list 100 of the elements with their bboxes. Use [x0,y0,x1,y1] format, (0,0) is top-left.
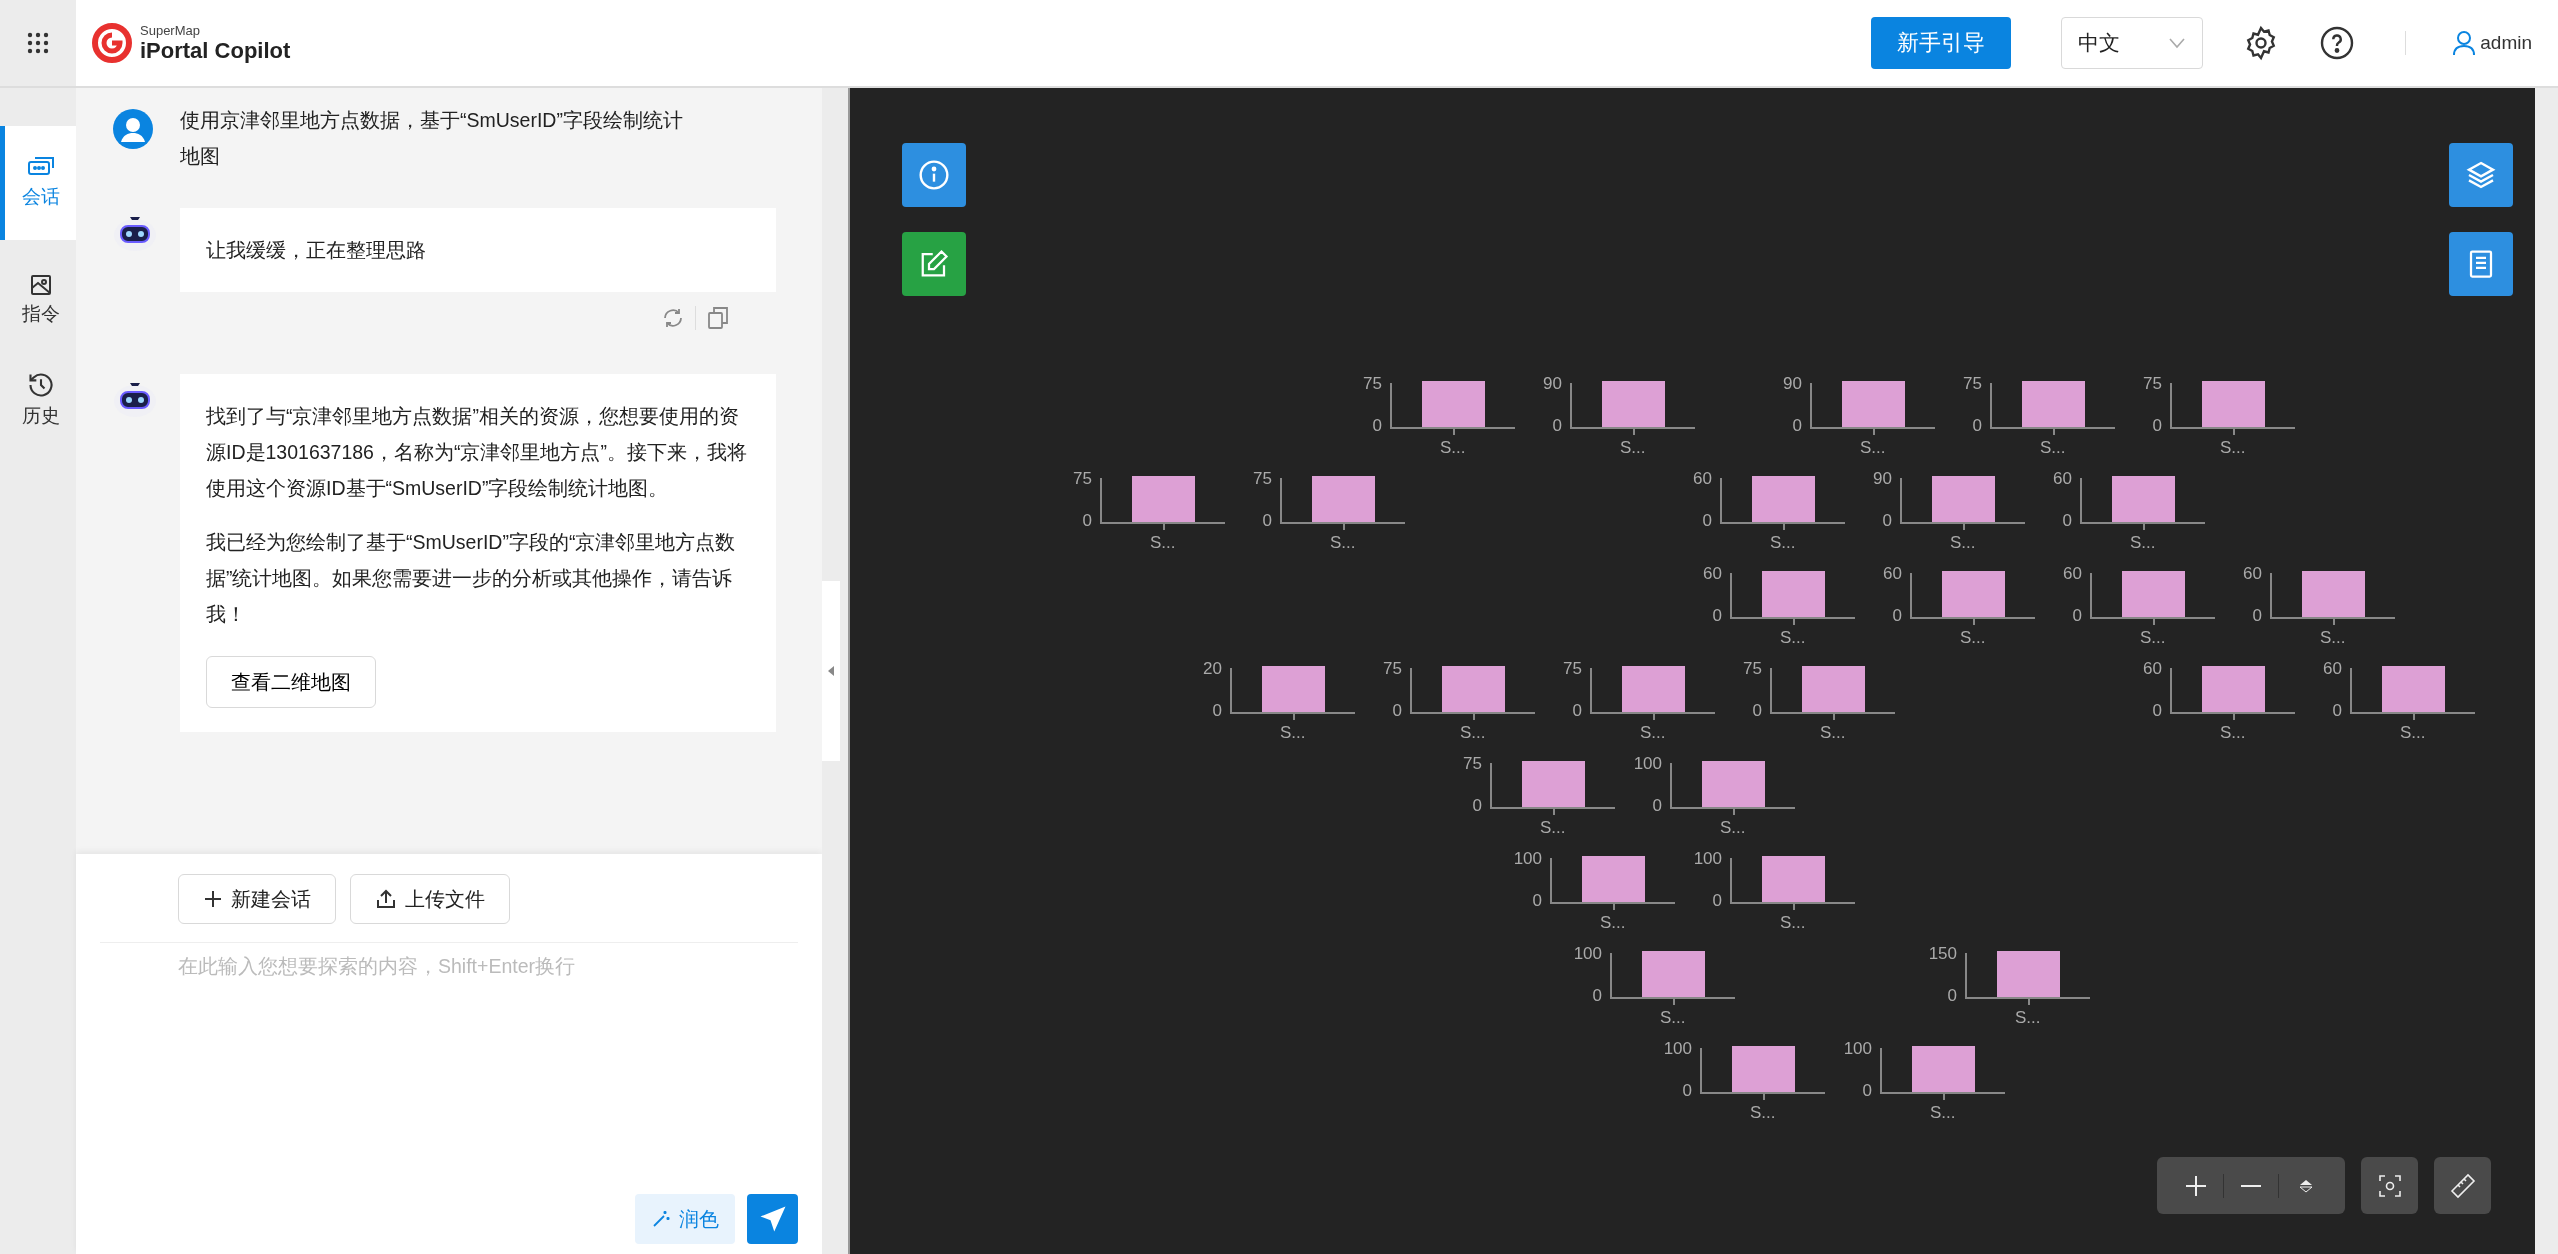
upload-file-button[interactable]: 上传文件 [350,874,510,924]
chart-bar [1262,666,1325,712]
chart-bar [1762,856,1825,902]
user-message: 使用京津邻里地方点数据，基于“SmUserID”字段绘制统计地图 [180,108,684,169]
axis-max-label: 75 [1563,660,1582,677]
info-button[interactable] [902,143,966,207]
map-view[interactable] [848,88,2535,1254]
send-button[interactable] [747,1194,798,1244]
axis-max-label: 60 [2323,660,2342,677]
axis-min-label: 0 [1572,702,1582,719]
axis-min-label: 0 [1892,607,1902,624]
category-label: S... [2220,724,2246,741]
axis-max-label: 100 [1663,1040,1692,1057]
category-label: S... [1860,439,1886,456]
chart-bar [1522,761,1585,807]
axis-min-label: 0 [1212,702,1222,719]
category-label: S... [1930,1104,1956,1121]
axis-max-label: 75 [1363,375,1382,392]
polish-button[interactable]: 润色 [635,1194,735,1244]
sidebar-tab[interactable]: 历史 [0,360,76,440]
category-label: S... [1660,1009,1686,1026]
chart-bar [2112,476,2175,522]
axis-max-label: 100 [1843,1040,1872,1057]
chart-bar [1422,381,1485,427]
copy-button[interactable] [706,306,730,330]
brand-name: SuperMap [140,24,201,37]
chart-bar [1582,856,1645,902]
regenerate-button[interactable] [661,306,685,330]
layers-icon [2465,159,2497,191]
category-label: S... [1600,914,1626,931]
axis-min-label: 0 [1262,512,1272,529]
axis-min-label: 0 [2332,702,2342,719]
axis-min-label: 0 [2072,607,2082,624]
help-icon [2319,25,2356,61]
chart-bar [1762,571,1825,617]
chart-bar [1442,666,1505,712]
user-menu[interactable]: admin [2446,29,2538,57]
category-label: S... [1460,724,1486,741]
axis-max-label: 60 [1693,470,1712,487]
info-icon [918,159,950,191]
sidebar-tab[interactable]: 指令 [0,260,76,340]
axis-max-label: 75 [1073,470,1092,487]
layers-button[interactable] [2449,143,2513,207]
copy-icon [706,306,730,330]
axis-min-label: 0 [1392,702,1402,719]
compass-icon [2299,1178,2313,1193]
axis-max-label: 75 [1463,755,1482,772]
apps-menu-button[interactable] [0,0,76,86]
chart-bar [2202,666,2265,712]
axis-max-label: 60 [2243,565,2262,582]
ruler-icon [2449,1172,2476,1199]
chart-bar [1842,381,1905,427]
chart-bar [1642,951,1705,997]
message-composer[interactable]: 新建会话 上传文件 在此输入您想要探索的内容，Shift+Enter换行 润色 [76,854,822,1254]
axis-min-label: 0 [1712,892,1722,909]
locate-button[interactable] [2361,1157,2418,1214]
legend-button[interactable] [2449,232,2513,296]
category-label: S... [2015,1009,2041,1026]
category-label: S... [1640,724,1666,741]
chart-bar [1942,571,2005,617]
axis-min-label: 0 [1532,892,1542,909]
plus-icon [203,889,223,909]
axis-max-label: 60 [2063,565,2082,582]
image-icon [28,273,53,297]
view-map-button[interactable]: 查看二维地图 [206,656,376,708]
axis-min-label: 0 [2062,512,2072,529]
category-label: S... [1440,439,1466,456]
help-button[interactable] [2319,25,2356,61]
chart-bar [2382,666,2445,712]
category-label: S... [1540,819,1566,836]
history-icon [26,371,55,399]
axis-min-label: 0 [1752,702,1762,719]
language-select[interactable]: 中文 [2061,17,2204,69]
axis-max-label: 60 [1883,565,1902,582]
focus-icon [2378,1174,2401,1197]
chart-bar [1602,381,1665,427]
chart-bar [2302,571,2365,617]
sidebar-tab[interactable]: 会话 [0,126,76,240]
axis-max-label: 60 [2143,660,2162,677]
product-name: iPortal Copilot [140,40,291,62]
refresh-icon [661,306,685,330]
category-label: S... [1950,534,1976,551]
axis-min-label: 0 [2252,607,2262,624]
edit-icon [919,249,949,279]
magic-wand-icon [651,1209,671,1229]
new-chat-button[interactable]: 新建会话 [178,874,336,924]
chart-bar [1932,476,1995,522]
category-label: S... [1960,629,1986,646]
category-label: S... [1150,534,1176,551]
axis-min-label: 0 [1882,512,1892,529]
collapse-handle[interactable] [822,581,840,761]
axis-min-label: 0 [1372,417,1382,434]
edit-button[interactable] [902,232,966,296]
guide-button[interactable]: 新手引导 [1871,17,2012,69]
axis-min-label: 0 [1552,417,1562,434]
upload-icon [375,888,397,910]
category-label: S... [1330,534,1356,551]
category-label: S... [1820,724,1846,741]
caret-left-icon [827,665,835,677]
measure-button[interactable] [2434,1157,2491,1214]
